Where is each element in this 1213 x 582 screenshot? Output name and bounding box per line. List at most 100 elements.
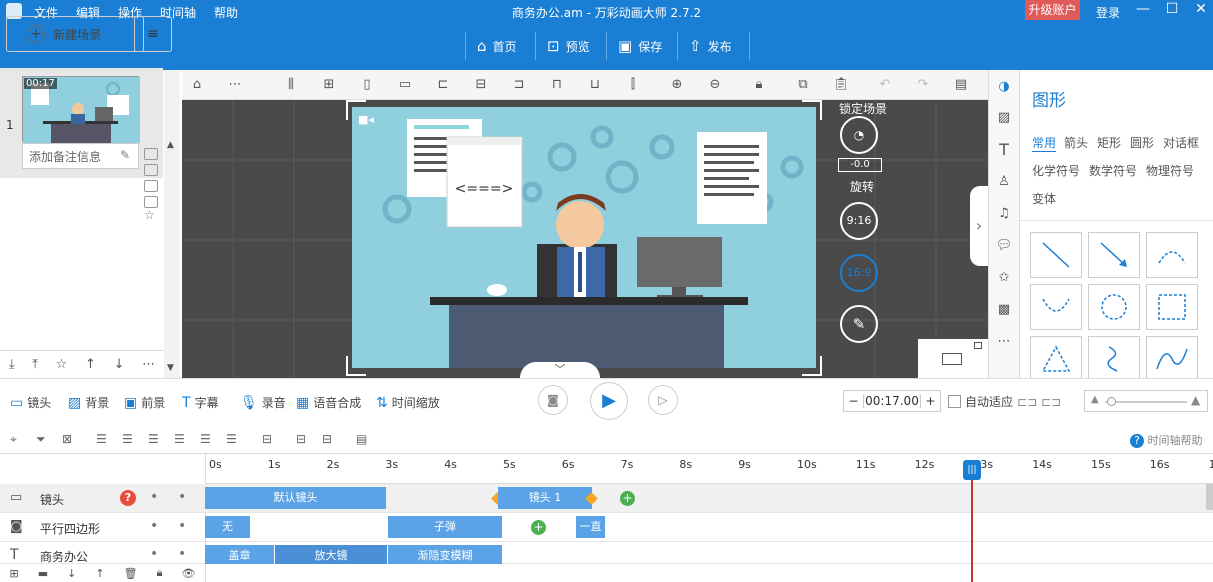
- arrow-shape[interactable]: [1088, 232, 1140, 278]
- fit-icon[interactable]: ⊏⊐ ⊏⊐: [1017, 395, 1061, 409]
- clip-always[interactable]: 一直: [576, 516, 605, 538]
- clip-enter-none[interactable]: 无: [205, 516, 250, 538]
- curved-arrow-shape[interactable]: [1030, 284, 1082, 330]
- redo-icon[interactable]: ↷: [914, 76, 932, 94]
- align-right-icon[interactable]: ☰: [148, 432, 159, 446]
- lock-dot[interactable]: •: [178, 489, 186, 505]
- edit-pen-button[interactable]: ✎: [840, 305, 878, 343]
- preview-button[interactable]: ⊡ 预览: [537, 27, 600, 65]
- move-down-icon[interactable]: ↓: [114, 357, 125, 372]
- clip-default-camera[interactable]: 默认镜头: [205, 487, 386, 509]
- camera-button[interactable]: ▭ 镜头: [10, 394, 51, 411]
- close-icon[interactable]: ✕: [1191, 1, 1211, 19]
- edit-icon[interactable]: ✎: [120, 148, 130, 162]
- duration-stepper[interactable]: − 00:17.00 +: [843, 390, 941, 412]
- next-frame-button[interactable]: ▷: [648, 385, 678, 415]
- align-center-icon[interactable]: ☰: [122, 432, 133, 446]
- align-center-h-icon[interactable]: ⫼: [282, 76, 300, 94]
- align-left-icon[interactable]: ⊏: [434, 76, 452, 94]
- add-effect-icon[interactable]: +: [531, 520, 546, 535]
- triangle-shape[interactable]: [1030, 336, 1082, 382]
- undo-icon[interactable]: ↶: [876, 76, 894, 94]
- align-bottom-icon[interactable]: ⊔: [586, 76, 604, 94]
- move-up-icon[interactable]: ↑: [85, 357, 96, 372]
- increase-time-button[interactable]: +: [920, 394, 940, 408]
- minimize-icon[interactable]: —: [1133, 1, 1153, 19]
- scroll-down-icon[interactable]: ▼: [167, 363, 174, 373]
- time-scale-button[interactable]: ⇅ 时间缩放: [376, 394, 440, 411]
- scene-sort-button[interactable]: ≡: [134, 16, 172, 52]
- eye-icon[interactable]: 👁︎: [181, 567, 195, 580]
- timeline-scrollbar[interactable]: [1206, 484, 1213, 510]
- record-button[interactable]: 🎙︎ 录音: [240, 394, 286, 411]
- stack-icon[interactable]: ⊟: [296, 432, 306, 446]
- folder-icon[interactable]: ▬: [38, 567, 48, 580]
- layer-list-icon[interactable]: ▤: [356, 432, 367, 446]
- paste-icon[interactable]: 📋︎: [832, 76, 850, 94]
- scroll-up-icon[interactable]: ▲: [167, 140, 174, 150]
- speech-bubble-icon[interactable]: 💬︎: [994, 236, 1014, 256]
- clip-bullet[interactable]: 子弹: [388, 516, 502, 538]
- add-track-icon[interactable]: ⊞: [10, 567, 19, 580]
- timeline-zoom-slider[interactable]: ▲ ▲: [1084, 390, 1208, 412]
- category-common[interactable]: 常用: [1032, 134, 1057, 152]
- tts-button[interactable]: ▦ 语音合成: [296, 394, 361, 411]
- time-ruler[interactable]: [205, 454, 1213, 484]
- home-view-icon[interactable]: ⌂: [188, 76, 206, 94]
- clip-fade-blur[interactable]: 渐隐变模糊: [388, 545, 502, 564]
- align-top-edge-icon[interactable]: ▭: [396, 76, 414, 94]
- home-button[interactable]: ⌂ 首页: [467, 27, 527, 65]
- category-variant[interactable]: 变体: [1032, 190, 1056, 207]
- clip-camera-1[interactable]: 镜头 1: [498, 487, 592, 509]
- arc-shape[interactable]: [1146, 232, 1198, 278]
- add-camera-icon[interactable]: +: [620, 491, 635, 506]
- background-button[interactable]: ▨ 背景: [68, 394, 109, 411]
- align-left-icon[interactable]: ☰: [96, 432, 107, 446]
- copy-icon[interactable]: ⧉: [794, 76, 812, 94]
- playhead-handle[interactable]: |||: [963, 460, 981, 480]
- wave-shape[interactable]: [1146, 336, 1198, 382]
- rectangle-shape[interactable]: [1146, 284, 1198, 330]
- category-arrow[interactable]: 箭头: [1064, 134, 1088, 151]
- text-icon[interactable]: T: [994, 140, 1014, 160]
- move-up-icon[interactable]: ↑: [95, 567, 104, 580]
- collapse-panel-icon[interactable]: ›: [970, 186, 988, 266]
- lock-icon[interactable]: 🔒︎: [750, 76, 768, 94]
- import-icon[interactable]: ⤓: [9, 357, 15, 372]
- more-assets-icon[interactable]: ⋯: [994, 332, 1014, 352]
- clear-filter-icon[interactable]: ⊠: [62, 432, 72, 446]
- ratio-9-16-button[interactable]: 9:16: [840, 202, 878, 240]
- duration-value[interactable]: 00:17.00: [864, 394, 920, 408]
- align-grid-icon[interactable]: ⊞: [320, 76, 338, 94]
- line-shape[interactable]: [1030, 232, 1082, 278]
- stage-canvas[interactable]: <===>: [352, 107, 816, 368]
- distribute-icon[interactable]: ☰: [200, 432, 211, 446]
- character-icon[interactable]: ♙: [994, 172, 1014, 192]
- align-right-icon[interactable]: ⊐: [510, 76, 528, 94]
- timeline-help-link[interactable]: ? 时间轴帮助: [1130, 432, 1203, 448]
- align-left-edge-icon[interactable]: ▯: [358, 76, 376, 94]
- category-physics[interactable]: 物理符号: [1146, 162, 1194, 179]
- effects-icon[interactable]: ✩: [994, 268, 1014, 288]
- visibility-dot[interactable]: •: [150, 489, 158, 505]
- category-circle[interactable]: 圆形: [1130, 134, 1154, 151]
- minimap[interactable]: [918, 339, 988, 378]
- lock-dot[interactable]: •: [178, 518, 186, 534]
- move-down-icon[interactable]: ↓: [67, 567, 76, 580]
- more-icon[interactable]: ⋯: [142, 357, 155, 372]
- zoom-in-icon[interactable]: ⊕: [668, 76, 686, 94]
- maximize-icon[interactable]: ☐: [1162, 1, 1182, 19]
- clip-stamp[interactable]: 盖章: [205, 545, 274, 564]
- clip-magnifier[interactable]: 放大镜: [275, 545, 387, 564]
- lock-track-icon[interactable]: 🔒︎: [157, 566, 163, 580]
- delete-icon[interactable]: 🗑︎: [124, 567, 138, 580]
- auto-adapt-toggle[interactable]: 自动适应 ⊏⊐ ⊏⊐: [948, 393, 1061, 410]
- category-math[interactable]: 数学符号: [1089, 162, 1137, 179]
- zoom-handle[interactable]: [1107, 397, 1116, 406]
- category-dialog[interactable]: 对话框: [1163, 134, 1199, 151]
- justify-icon[interactable]: ☰: [174, 432, 185, 446]
- star-icon[interactable]: ☆: [144, 208, 155, 222]
- rotation-dial[interactable]: ◔: [840, 116, 878, 154]
- image-icon[interactable]: ▨: [994, 108, 1014, 128]
- lock-dot[interactable]: •: [178, 546, 186, 562]
